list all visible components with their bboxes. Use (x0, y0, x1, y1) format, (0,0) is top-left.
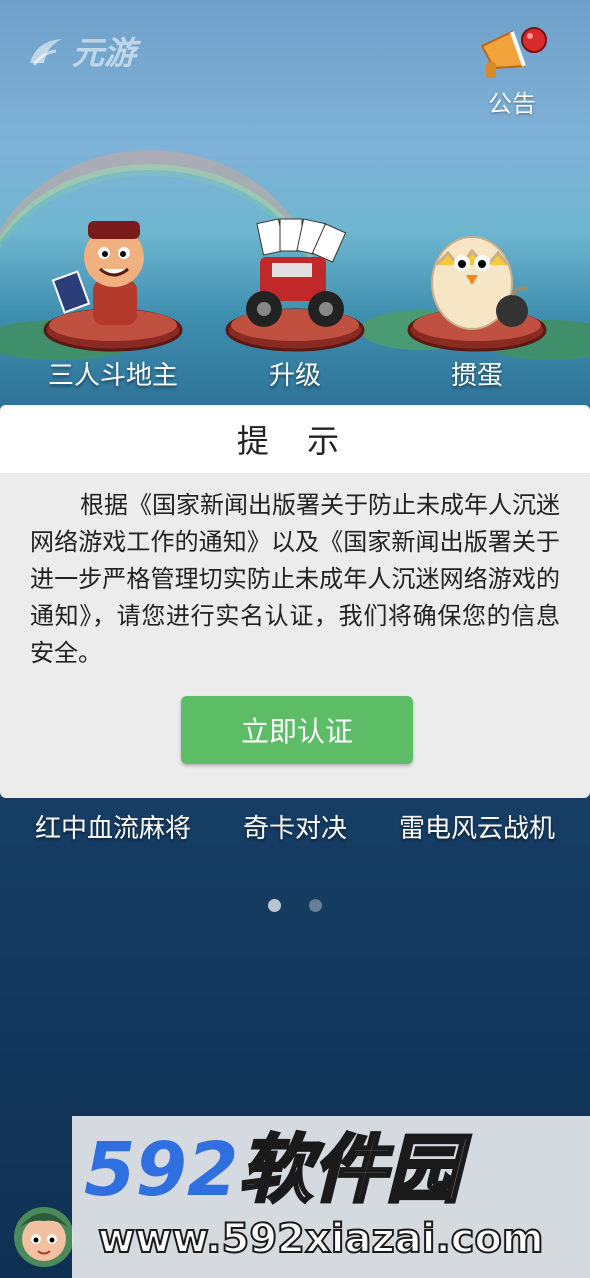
watermark-brand-text: 软件园 (237, 1127, 462, 1213)
game-label: 掼蛋 (450, 361, 503, 391)
game-label: 三人斗地主 (47, 361, 178, 391)
logo-text: 元游 (72, 34, 137, 72)
game-tile-upgrade[interactable]: 升级 (220, 205, 370, 392)
page-dot[interactable] (309, 899, 322, 912)
notice-button[interactable]: 公告 (472, 18, 552, 119)
site-watermark: 592软件园 www.592xiazai.com (72, 1116, 590, 1278)
logo-swoosh-icon (30, 39, 62, 66)
notice-label: 公告 (488, 90, 536, 118)
game-label: 红中血流麻将 (34, 814, 191, 844)
app-logo: 元游 (26, 28, 136, 74)
dialog-message: 根据《国家新闻出版署关于防止未成年人沉迷网络游戏工作的通知》以及《国家新闻出版署… (30, 491, 560, 667)
watermark-url: www.592xiazai.com (97, 1215, 545, 1263)
game-label: 奇卡对决 (242, 814, 347, 844)
landlord-character-icon (43, 221, 183, 352)
game-tile-landlord[interactable]: 三人斗地主 (38, 205, 188, 392)
game-tile-qika-duel[interactable]: 奇卡对决 (220, 808, 370, 845)
tractor-cards-icon (225, 218, 365, 352)
egg-chick-icon (407, 236, 547, 352)
game-label: 雷电风云战机 (398, 814, 555, 844)
page-dot-active[interactable] (268, 899, 281, 912)
dialog-title: 提 示 (0, 405, 590, 473)
watermark-brand: 592软件园 (84, 1127, 462, 1213)
game-tile-guandan[interactable]: 掼蛋 (402, 205, 552, 392)
page-indicator (268, 899, 322, 912)
watermark-number: 592 (84, 1127, 239, 1213)
realname-dialog: 提 示 根据《国家新闻出版署关于防止未成年人沉迷网络游戏工作的通知》以及《国家新… (0, 405, 590, 798)
verify-now-button[interactable]: 立即认证 (181, 696, 413, 764)
game-label: 升级 (268, 361, 321, 391)
megaphone-icon (480, 27, 547, 78)
game-tile-thunder-fighter[interactable]: 雷电风云战机 (392, 808, 562, 845)
avatar[interactable] (8, 1193, 78, 1273)
game-tile-hongzhong-mahjong[interactable]: 红中血流麻将 (28, 808, 198, 845)
